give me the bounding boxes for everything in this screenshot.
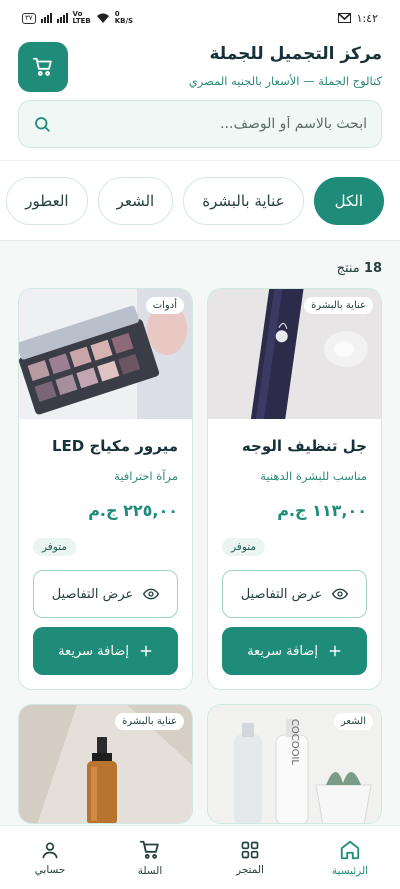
view-details-button[interactable]: عرض التفاصيل: [222, 570, 367, 618]
search-bar[interactable]: [18, 100, 382, 148]
cart-button[interactable]: [18, 42, 68, 92]
status-badge: ٣٧: [22, 12, 36, 24]
home-icon: [340, 840, 360, 859]
wifi-icon: [96, 13, 109, 23]
chip-perfume[interactable]: العطور: [6, 177, 88, 225]
search-input[interactable]: [63, 116, 367, 132]
quick-add-label: إضافة سريعة: [58, 643, 129, 659]
bottom-nav: الرئيسية المتجر السلة حسابي: [0, 825, 400, 889]
nav-store-label: المتجر: [236, 863, 264, 876]
product-count: 18 منتج: [0, 241, 400, 288]
status-bar: ٣٧ Vo LTEB 0 KB/S ١:٤٢: [0, 0, 400, 36]
stock-badge: متوفر: [33, 538, 77, 556]
category-badge: عناية بالبشرة: [304, 297, 373, 314]
network-speed: 0 KB/S: [115, 11, 133, 25]
chip-skincare[interactable]: عناية بالبشرة: [183, 177, 304, 225]
quick-add-button[interactable]: إضافة سريعة: [33, 627, 178, 675]
product-desc: مرآة احترافية: [114, 469, 178, 483]
network-bottom: LTEB: [72, 17, 91, 25]
nav-cart-label: السلة: [137, 864, 163, 877]
category-badge: أدوات: [145, 297, 184, 314]
nav-account[interactable]: حسابي: [10, 840, 90, 876]
view-details-button[interactable]: عرض التفاصيل: [33, 570, 178, 618]
speed-bottom: KB/S: [114, 17, 134, 25]
gmail-icon: [337, 13, 351, 23]
product-name: جل تنظيف الوجه: [241, 437, 367, 455]
quick-add-label: إضافة سريعة: [247, 643, 318, 659]
view-details-label: عرض التفاصيل: [240, 586, 323, 602]
product-image: أدوات: [19, 289, 192, 419]
page-title: مركز التجميل للجملة: [209, 44, 382, 64]
product-card[interactable]: عناية بالبشرة جل تنظيف الوجه مناسب للبشر…: [207, 288, 382, 690]
product-grid: عناية بالبشرة جل تنظيف الوجه مناسب للبشر…: [0, 288, 400, 690]
plus-icon: [140, 645, 152, 657]
cart-icon: [139, 840, 159, 859]
search-icon: [35, 117, 50, 132]
chip-all[interactable]: الكل: [313, 177, 384, 225]
app-root: ٣٧ Vo LTEB 0 KB/S ١:٤٢ مركز التجميل للجم…: [0, 0, 400, 889]
product-desc: مناسب للبشرة الدهنية: [260, 469, 367, 483]
header: مركز التجميل للجملة كتالوج الجملة — الأس…: [0, 36, 400, 161]
stock-row: متوفر: [33, 520, 178, 556]
header-row: مركز التجميل للجملة كتالوج الجملة — الأس…: [18, 40, 382, 92]
product-count-number: 18: [363, 261, 382, 276]
chip-hair[interactable]: الشعر: [97, 177, 174, 225]
user-icon: [42, 842, 58, 858]
product-name: ميرور مكياج LED: [52, 437, 178, 455]
category-bar: الكل عناية بالبشرة الشعر العطور: [0, 161, 400, 241]
nav-cart[interactable]: السلة: [110, 839, 190, 877]
product-grid-row-2: COCOOIL الشعر عناية بالبشرة: [0, 704, 400, 824]
product-card[interactable]: COCOOIL الشعر: [207, 704, 382, 824]
status-right: ١:٤٢: [337, 11, 378, 25]
nav-store[interactable]: المتجر: [210, 840, 290, 876]
stock-badge: متوفر: [222, 538, 266, 556]
signal-icon: [40, 13, 52, 23]
category-badge: الشعر: [333, 713, 373, 730]
status-left: ٣٧ Vo LTEB 0 KB/S: [22, 11, 133, 25]
clock: ١:٤٢: [356, 11, 378, 25]
network-type: Vo LTEB: [73, 11, 91, 25]
nav-home[interactable]: الرئيسية: [310, 839, 390, 877]
header-text: مركز التجميل للجملة كتالوج الجملة — الأس…: [189, 40, 382, 88]
stock-row: متوفر: [222, 520, 367, 556]
cart-icon: [32, 57, 52, 76]
product-info: جل تنظيف الوجه مناسب للبشرة الدهنية ١١٣,…: [208, 419, 381, 689]
bottle-text: COCOOIL: [289, 719, 300, 766]
nav-account-label: حسابي: [34, 863, 66, 876]
product-card[interactable]: عناية بالبشرة: [18, 704, 193, 824]
grid-icon: [241, 841, 259, 858]
quick-add-button[interactable]: إضافة سريعة: [222, 627, 367, 675]
signal-icon-2: [56, 13, 68, 23]
product-card[interactable]: أدوات ميرور مكياج LED مرآة احترافية ٢٢٥,…: [18, 288, 193, 690]
eye-icon: [143, 588, 160, 600]
page-subtitle: كتالوج الجملة — الأسعار بالجنيه المصري: [188, 74, 382, 88]
product-count-label: منتج: [336, 261, 360, 276]
category-badge: عناية بالبشرة: [115, 713, 184, 730]
plus-icon: [329, 645, 341, 657]
product-info: ميرور مكياج LED مرآة احترافية ٢٢٥,٠٠ ج.م…: [19, 419, 192, 689]
view-details-label: عرض التفاصيل: [51, 586, 134, 602]
product-image: عناية بالبشرة: [208, 289, 381, 419]
eye-icon: [332, 588, 349, 600]
product-price: ١١٣,٠٠ ج.م: [277, 501, 367, 520]
product-price: ٢٢٥,٠٠ ج.م: [88, 501, 178, 520]
category-chips: الكل عناية بالبشرة الشعر العطور: [0, 161, 400, 240]
nav-home-label: الرئيسية: [331, 864, 369, 877]
